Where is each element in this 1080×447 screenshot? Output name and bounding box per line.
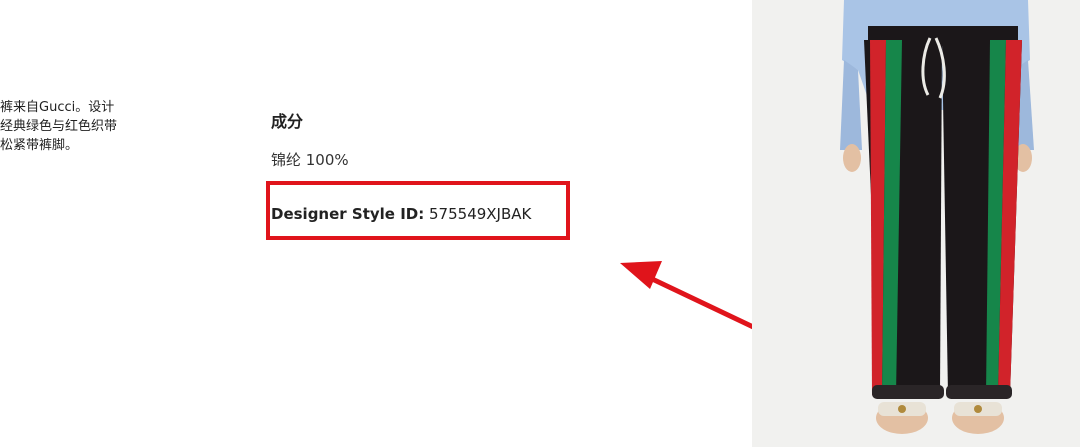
product-details-page: 裤来自Gucci。设计 经典绿色与红色织带 松紧带裤脚。 成分 锦纶 100% … (0, 0, 1080, 447)
description-line: 经典绿色与红色织带 (0, 119, 118, 134)
description-line: 松紧带裤脚。 (0, 138, 79, 153)
product-photo (752, 0, 1080, 447)
composition-value: 锦纶 100% (271, 151, 349, 169)
product-description: 裤来自Gucci。设计 经典绿色与红色织带 松紧带裤脚。 (0, 98, 150, 155)
highlight-box (266, 181, 570, 240)
composition-heading: 成分 (271, 112, 304, 131)
description-line: 裤来自Gucci。设计 (0, 100, 115, 115)
